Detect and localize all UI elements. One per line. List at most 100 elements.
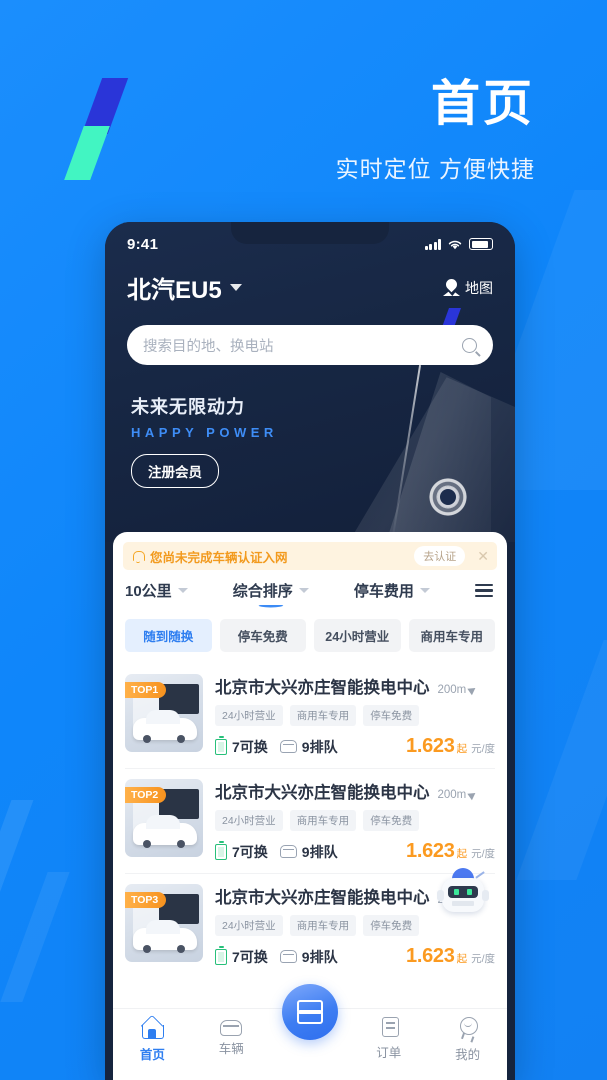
queue-label: 9排队	[301, 948, 338, 965]
station-tag: 24小时营业	[215, 810, 283, 831]
certification-alert: 您尚未完成车辆认证入网 去认证 ✕	[123, 542, 497, 570]
filter-sort-label: 综合排序	[232, 583, 293, 600]
alert-message: 您尚未完成车辆认证入网	[150, 550, 288, 565]
station-stats: 7可换 9排队 1.623 起 元/度	[215, 945, 495, 968]
chip-commercial[interactable]: 商用车专用	[408, 619, 495, 652]
app-header: 北汽EU5 地图	[105, 266, 515, 305]
hamburger-menu-icon[interactable]	[475, 583, 495, 598]
station-tag: 商用车专用	[289, 705, 357, 726]
car-icon	[279, 845, 297, 858]
station-tags: 24小时营业 商用车专用 停车免费	[215, 915, 495, 936]
promo-banner[interactable]: 未来无限动力 HAPPY POWER 注册会员	[131, 393, 515, 488]
caret-down-icon	[298, 588, 309, 593]
available-label: 7可换	[232, 948, 268, 965]
tab-profile[interactable]: 我的	[428, 1017, 507, 1063]
price-prefix: 起	[456, 953, 468, 965]
price-value: 1.623	[406, 840, 455, 862]
station-tag: 商用车专用	[289, 810, 357, 831]
queue-count: 9排队	[279, 737, 338, 757]
user-profile-icon	[457, 1017, 479, 1040]
map-button[interactable]: 地图	[443, 278, 493, 298]
go-certify-button[interactable]: 去认证	[414, 546, 466, 566]
station-tag: 停车免费	[363, 810, 420, 831]
station-thumbnail: TOP2	[125, 779, 203, 857]
station-name: 北京市大兴亦庄智能换电中心	[215, 784, 430, 802]
wifi-icon	[448, 240, 462, 250]
station-tag: 商用车专用	[289, 915, 357, 936]
distance-value: 200m	[437, 684, 467, 696]
station-thumbnail: TOP1	[125, 674, 203, 752]
tab-vehicle[interactable]: 车辆	[192, 1017, 271, 1057]
navigate-arrow-icon	[467, 789, 478, 801]
close-icon[interactable]: ✕	[471, 549, 489, 563]
filter-distance[interactable]: 10公里	[125, 580, 188, 601]
chip-anytime-swap[interactable]: 随到随换	[125, 619, 212, 652]
price-unit: 元/度	[471, 743, 495, 755]
promo-title-cn: 未来无限动力	[131, 397, 245, 417]
phone-mockup: 9:41 北汽EU5 地图 搜索目的地、换电站 未来无限动力 HAPPY POW…	[105, 222, 515, 1080]
price-prefix: 起	[456, 848, 468, 860]
battery-icon	[469, 238, 493, 250]
station-distance: 200m	[437, 684, 478, 696]
caret-down-icon	[177, 588, 188, 593]
distance-value: 200m	[437, 789, 467, 801]
carousel-dot[interactable]	[290, 533, 298, 536]
carousel-dots[interactable]	[290, 533, 330, 536]
hero-section: 9:41 北汽EU5 地图 搜索目的地、换电站 未来无限动力 HAPPY POW…	[105, 222, 515, 542]
content-sheet: 您尚未完成车辆认证入网 去认证 ✕ 10公里 综合排序 停车费用 随到随换 停车…	[113, 532, 507, 1080]
page-title: 首页	[430, 77, 535, 131]
battery-swap-fab[interactable]	[282, 984, 338, 1040]
status-bar: 9:41	[105, 222, 515, 266]
filter-parking-fee-label: 停车费用	[353, 583, 414, 600]
robot-assistant-icon[interactable]	[437, 866, 489, 918]
station-list: TOP1 北京市大兴亦庄智能换电中心 200m 24小时营业 商用车专用 停车免…	[113, 664, 507, 978]
station-price: 1.623 起 元/度	[406, 840, 495, 863]
order-document-icon	[382, 1017, 400, 1037]
car-icon	[220, 1020, 243, 1036]
station-info: 北京市大兴亦庄智能换电中心 200m 24小时营业 商用车专用 停车免费	[215, 779, 495, 863]
chip-24h[interactable]: 24小时营业	[314, 619, 401, 652]
station-price: 1.623 起 元/度	[406, 735, 495, 758]
rank-badge: TOP2	[125, 787, 167, 803]
station-tags: 24小时营业 商用车专用 停车免费	[215, 705, 495, 726]
available-label: 7可换	[232, 843, 268, 860]
search-icon[interactable]	[462, 337, 477, 353]
car-icon	[279, 950, 297, 963]
signal-bars-icon	[424, 238, 441, 250]
page-subtitle: 实时定位 方便快捷	[335, 155, 535, 182]
car-icon	[279, 740, 297, 753]
station-tags: 24小时营业 商用车专用 停车免费	[215, 810, 495, 831]
tab-home[interactable]: 首页	[113, 1017, 192, 1063]
table-row[interactable]: TOP2 北京市大兴亦庄智能换电中心 200m 24小时营业 商用车专用 停车免…	[125, 768, 495, 873]
queue-count: 9排队	[279, 842, 338, 862]
tab-profile-label: 我的	[455, 1048, 481, 1062]
filter-parking-fee[interactable]: 停车费用	[354, 580, 430, 601]
navigate-arrow-icon	[467, 684, 478, 696]
chip-free-parking[interactable]: 停车免费	[219, 619, 306, 652]
carousel-dot[interactable]	[322, 533, 330, 536]
table-row[interactable]: TOP3 北京市大兴亦庄智能换电中心 200m 24小时营业 商用车专用 停车免…	[125, 868, 495, 978]
tab-orders[interactable]: 订单	[349, 1017, 428, 1061]
vehicle-selector[interactable]: 北汽EU5	[127, 270, 242, 305]
price-prefix: 起	[456, 743, 468, 755]
queue-count: 9排队	[279, 947, 338, 967]
station-name: 北京市大兴亦庄智能换电中心	[215, 889, 430, 907]
carousel-dot-active[interactable]	[303, 533, 317, 536]
station-tag: 停车免费	[363, 705, 420, 726]
table-row[interactable]: TOP1 北京市大兴亦庄智能换电中心 200m 24小时营业 商用车专用 停车免…	[125, 664, 495, 768]
station-name: 北京市大兴亦庄智能换电中心	[215, 679, 430, 697]
home-icon	[141, 1017, 165, 1039]
search-placeholder: 搜索目的地、换电站	[143, 338, 274, 355]
station-thumbnail: TOP3	[125, 884, 203, 962]
rank-badge: TOP1	[125, 682, 167, 698]
status-clock: 9:41	[127, 235, 159, 253]
station-stats: 7可换 9排队 1.623 起 元/度	[215, 735, 495, 758]
price-unit: 元/度	[471, 848, 495, 860]
filter-distance-label: 10公里	[125, 583, 172, 600]
filter-sort[interactable]: 综合排序	[232, 580, 309, 608]
register-member-button[interactable]: 注册会员	[131, 454, 219, 488]
vehicle-name: 北汽EU5	[127, 277, 222, 304]
queue-label: 9排队	[301, 738, 338, 755]
caret-down-icon	[419, 588, 430, 593]
search-input[interactable]: 搜索目的地、换电站	[127, 325, 493, 365]
